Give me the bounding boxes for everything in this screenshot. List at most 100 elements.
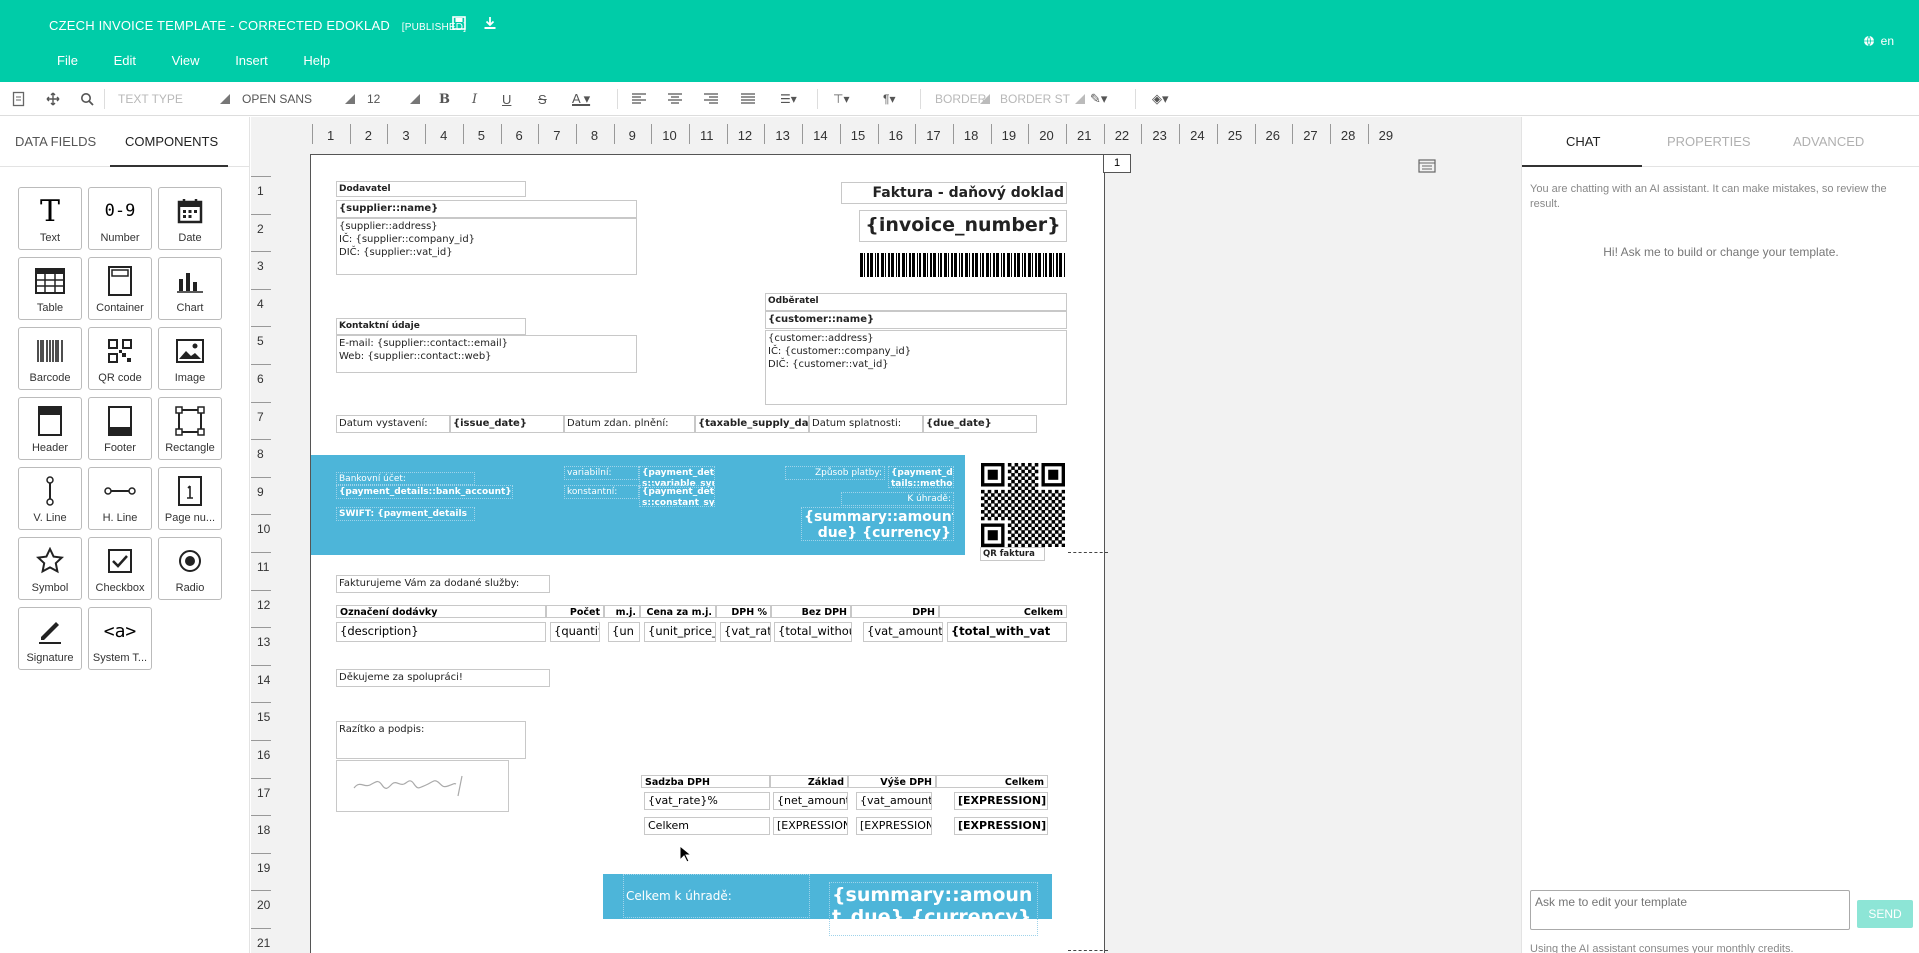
underline-icon[interactable]: U	[502, 91, 511, 107]
border-style-select[interactable]: BORDER ST	[1000, 91, 1070, 107]
menu-help[interactable]: Help	[303, 53, 330, 68]
language-switcher[interactable]: en	[1863, 34, 1894, 48]
vertical-align-icon[interactable]: ⊤▾	[833, 91, 849, 107]
border-color-icon[interactable]: ✎▾	[1090, 91, 1107, 107]
supplier-address-block[interactable]: {supplier::address} IČ: {supplier::compa…	[336, 218, 637, 275]
qr-label[interactable]: QR faktura	[980, 547, 1045, 561]
ruler-tick-label: 3	[257, 259, 264, 274]
component-header[interactable]: Header	[18, 397, 82, 460]
document-title[interactable]: Faktura - daňový doklad	[841, 182, 1067, 204]
due-date-field[interactable]: {due_date}	[923, 415, 1037, 433]
component-date[interactable]: Date	[158, 187, 222, 250]
payment-band[interactable]: Bankovní účet: {payment_details::bank_ac…	[311, 455, 965, 555]
signature-image[interactable]	[336, 760, 509, 812]
component-signature[interactable]: Signature	[18, 607, 82, 670]
save-icon[interactable]	[452, 16, 466, 30]
supplier-label[interactable]: Dodavatel	[336, 181, 526, 197]
customer-name-field[interactable]: {customer::name}	[765, 311, 1067, 329]
component-table[interactable]: Table	[18, 257, 82, 320]
customer-address-block[interactable]: {customer::address} IČ: {customer::compa…	[765, 330, 1067, 405]
font-size-select[interactable]: 12	[367, 91, 380, 107]
component-number[interactable]: 0-9 Number	[88, 187, 152, 250]
invoice-number-field[interactable]: {invoice_number}	[859, 210, 1067, 242]
bold-icon[interactable]: B	[439, 91, 450, 107]
amount-due-field[interactable]: {summary::amount_ due} {currency}	[801, 507, 954, 541]
template-page[interactable]: Dodavatel {supplier::name} {supplier::ad…	[310, 154, 1105, 953]
chat-input[interactable]	[1530, 890, 1850, 930]
component-radio[interactable]: Radio	[158, 537, 222, 600]
component-container[interactable]: Container	[88, 257, 152, 320]
tab-data-fields[interactable]: DATA FIELDS	[15, 134, 96, 149]
fill-color-icon[interactable]: ◈▾	[1152, 91, 1169, 107]
align-left-icon[interactable]	[632, 91, 646, 107]
bank-account-field[interactable]: {payment_details::bank_account}	[336, 485, 513, 499]
component-text[interactable]: T Text	[18, 187, 82, 250]
component-page-number[interactable]: Page nu...	[158, 467, 222, 530]
bank-account-label[interactable]: Bankovní účet:	[336, 472, 475, 485]
contact-block[interactable]: E-mail: {supplier::contact::email} Web: …	[336, 335, 637, 373]
supplier-name-field[interactable]: {supplier::name}	[336, 200, 637, 218]
amount-due-label[interactable]: K úhradě:	[841, 492, 954, 506]
tab-chat[interactable]: CHAT	[1566, 134, 1600, 149]
qr-module	[1021, 516, 1025, 521]
send-button[interactable]: SEND	[1857, 900, 1913, 928]
payment-method-label[interactable]: Způsob platby:	[785, 466, 885, 480]
tab-properties[interactable]: PROPERTIES	[1667, 134, 1751, 149]
paragraph-icon[interactable]: ¶▾	[883, 91, 895, 107]
menu-view[interactable]: View	[172, 53, 200, 68]
stamp-label[interactable]: Razítko a podpis:	[336, 721, 526, 759]
page-number-indicator[interactable]: 1	[1103, 154, 1131, 173]
tab-advanced[interactable]: ADVANCED	[1793, 134, 1864, 149]
component-symbol[interactable]: Symbol	[18, 537, 82, 600]
total-band[interactable]: Celkem k úhradě: {summary::amoun t_due} …	[603, 874, 1052, 936]
total-value-field[interactable]: {summary::amoun t_due} {currency}	[829, 882, 1038, 936]
variable-symbol-label[interactable]: variabilní:	[564, 466, 639, 480]
canvas-workspace[interactable]: 1 2 3 4 5 6 7 8 9 10 11 12 13 14 15 16 17 18 19 20 21 22 23 24 2…	[251, 117, 1521, 953]
tab-components[interactable]: COMPONENTS	[125, 134, 218, 149]
text-type-select[interactable]: TEXT TYPE	[118, 91, 183, 107]
menu-insert[interactable]: Insert	[235, 53, 268, 68]
move-icon[interactable]	[46, 91, 60, 107]
intro-text[interactable]: Fakturujeme Vám za dodané služby:	[336, 575, 550, 593]
line-height-icon[interactable]: ☰▾	[780, 91, 797, 107]
component-system-text[interactable]: <a> System T...	[88, 607, 152, 670]
issue-date-label[interactable]: Datum vystavení:	[336, 415, 450, 433]
download-icon[interactable]	[483, 16, 497, 30]
italic-icon[interactable]: I	[472, 91, 477, 107]
zoom-icon[interactable]	[80, 91, 94, 107]
thanks-text[interactable]: Děkujeme za spolupráci!	[336, 669, 550, 687]
component-footer[interactable]: Footer	[88, 397, 152, 460]
taxable-date-label[interactable]: Datum zdan. plnění:	[564, 415, 695, 433]
invoice-barcode[interactable]	[859, 253, 1067, 277]
constant-symbol-label[interactable]: konstantní:	[564, 485, 639, 499]
qr-code[interactable]	[981, 463, 1065, 547]
taxable-date-field[interactable]: {taxable_supply_date}	[695, 415, 809, 433]
component-v-line[interactable]: V. Line	[18, 467, 82, 530]
component-checkbox[interactable]: Checkbox	[88, 537, 152, 600]
issue-date-field[interactable]: {issue_date}	[450, 415, 564, 433]
component-chart[interactable]: Chart	[158, 257, 222, 320]
border-select[interactable]: BORDER	[935, 91, 986, 107]
menu-file[interactable]: File	[57, 53, 78, 68]
payment-method-field[interactable]: {payment_de tails::method	[888, 466, 954, 488]
swift-field[interactable]: SWIFT: {payment_details	[336, 507, 475, 521]
contact-label[interactable]: Kontaktní údaje	[336, 318, 526, 335]
customer-label[interactable]: Odběratel	[765, 293, 1067, 311]
page-settings-icon[interactable]	[1418, 159, 1436, 173]
component-image[interactable]: Image	[158, 327, 222, 390]
component-h-line[interactable]: H. Line	[88, 467, 152, 530]
component-rectangle[interactable]: Rectangle	[158, 397, 222, 460]
due-date-label[interactable]: Datum splatnosti:	[809, 415, 923, 433]
total-label[interactable]: Celkem k úhradě:	[623, 874, 810, 918]
menu-edit[interactable]: Edit	[114, 53, 136, 68]
constant-symbol-field[interactable]: {payment_detail s::constant_sym	[639, 485, 715, 507]
component-qr-code[interactable]: QR code	[88, 327, 152, 390]
align-center-icon[interactable]	[668, 91, 682, 107]
font-select[interactable]: OPEN SANS	[242, 91, 312, 107]
strikethrough-icon[interactable]: S	[538, 91, 547, 107]
page-icon[interactable]	[12, 91, 25, 107]
align-justify-icon[interactable]	[741, 91, 755, 107]
text-color-icon[interactable]: A ▾	[572, 91, 590, 107]
component-barcode[interactable]: Barcode	[18, 327, 82, 390]
align-right-icon[interactable]	[704, 91, 718, 107]
